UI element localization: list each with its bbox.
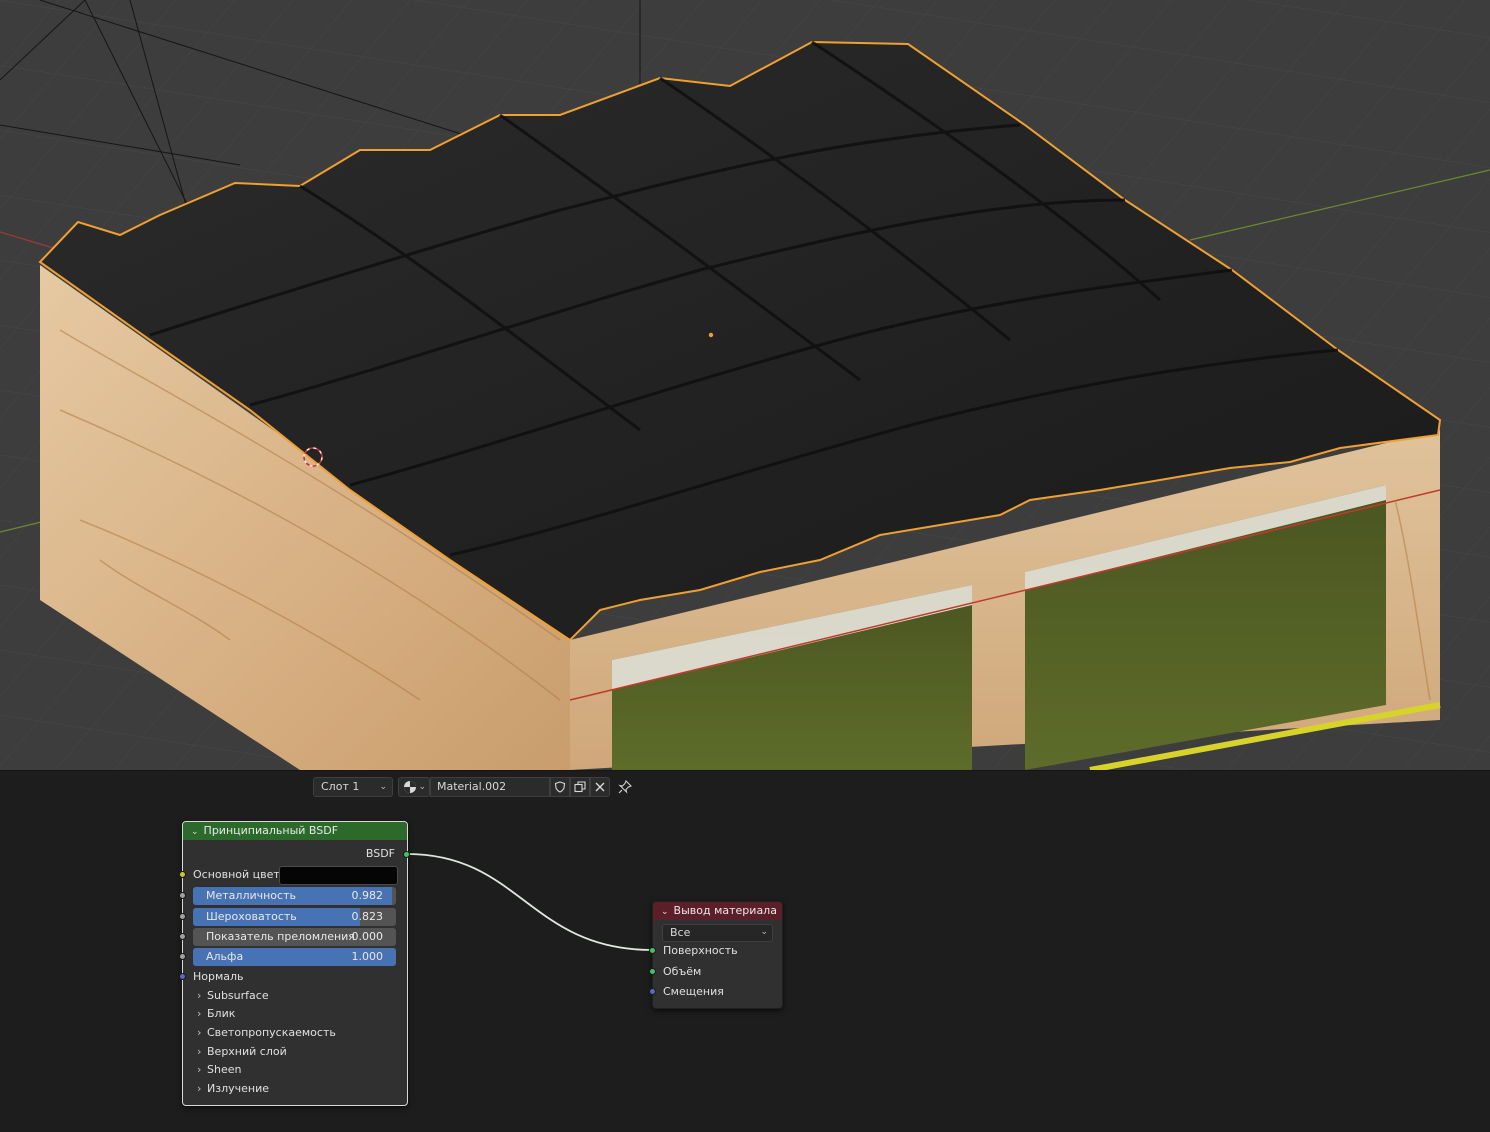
normal-label: Нормаль [193, 970, 244, 983]
alpha-socket[interactable] [179, 953, 186, 960]
surface-row: Поверхность [653, 941, 782, 961]
roughness-label: Шероховатость [206, 910, 297, 923]
duplicate-icon [574, 781, 586, 793]
material-name: Material.002 [437, 780, 507, 793]
displacement-label: Смещения [663, 985, 724, 998]
ior-value: 0.000 [351, 930, 384, 943]
target-label: Все [670, 926, 691, 939]
target-dropdown[interactable]: Все ⌄ [662, 924, 773, 942]
panel-subsurface[interactable]: › Subsurface [197, 987, 269, 1005]
viewport-scene [0, 0, 1490, 770]
chevron-down-icon: ⌄ [760, 927, 768, 937]
displacement-socket[interactable] [649, 988, 656, 995]
volume-label: Объём [663, 965, 702, 978]
chevron-right-icon: › [197, 1007, 202, 1020]
roughness-value: 0.823 [351, 910, 384, 923]
base-color-swatch[interactable] [279, 866, 398, 885]
fake-user-button[interactable] [550, 777, 570, 797]
object-origin-dot [708, 332, 714, 338]
bsdf-output-label: BSDF [365, 847, 395, 860]
slot-dropdown[interactable]: Слот 1 ⌄ [313, 777, 393, 797]
displacement-row: Смещения [653, 982, 782, 1002]
normal-socket[interactable] [179, 973, 186, 980]
close-icon [595, 782, 605, 792]
bsdf-node-header[interactable]: ⌄ Принципиальный BSDF [183, 822, 407, 840]
panel-label: Subsurface [207, 989, 269, 1002]
pin-icon[interactable] [618, 780, 632, 794]
3d-viewport[interactable] [0, 0, 1490, 770]
shader-node-editor[interactable]: Слот 1 ⌄ ⌄ Material.002 ⌄ Принципиальный… [0, 770, 1490, 1132]
chevron-right-icon: › [197, 1082, 202, 1095]
panel-label: Излучение [207, 1082, 269, 1095]
panel-specular[interactable]: › Блик [197, 1005, 235, 1023]
panel-label: Верхний слой [207, 1045, 287, 1058]
material-name-field[interactable]: Material.002 [430, 777, 550, 797]
panel-sheen[interactable]: › Sheen [197, 1061, 241, 1079]
collapse-chevron-icon[interactable]: ⌄ [191, 827, 199, 837]
chevron-down-icon: ⌄ [379, 782, 387, 792]
metallic-socket[interactable] [179, 892, 186, 899]
roughness-slider[interactable]: Шероховатость 0.823 [193, 908, 396, 926]
metallic-slider[interactable]: Металличность 0.982 [193, 887, 396, 905]
bsdf-to-surface-link[interactable] [406, 853, 653, 951]
fake-user-shield-icon [554, 781, 566, 793]
volume-socket[interactable] [649, 968, 656, 975]
material-browse-button[interactable]: ⌄ [398, 777, 430, 797]
chevron-right-icon: › [197, 989, 202, 1002]
output-node-header[interactable]: ⌄ Вывод материала [653, 902, 782, 920]
surface-socket[interactable] [649, 947, 656, 954]
panel-transmission[interactable]: › Светопропускаемость [197, 1024, 336, 1042]
slot-label: Слот 1 [321, 780, 360, 793]
panel-label: Светопропускаемость [207, 1026, 336, 1039]
chevron-down-icon: ⌄ [418, 782, 426, 792]
duplicate-material-button[interactable] [570, 777, 590, 797]
base-color-row: Основной цвет [183, 865, 407, 885]
material-output-node[interactable]: ⌄ Вывод материала Все ⌄ Поверхность Объём… [652, 901, 783, 1009]
normal-row: Нормаль [183, 967, 407, 987]
chevron-right-icon: › [197, 1063, 202, 1076]
collapse-chevron-icon[interactable]: ⌄ [661, 907, 669, 917]
material-sphere-icon [404, 781, 416, 793]
bsdf-output-row: BSDF [183, 844, 407, 864]
principled-bsdf-node[interactable]: ⌄ Принципиальный BSDF BSDF Основной цвет … [182, 821, 408, 1106]
metallic-value: 0.982 [351, 889, 384, 902]
ior-slider[interactable]: Показатель преломления 0.000 [193, 928, 396, 946]
alpha-value: 1.000 [351, 950, 384, 963]
bsdf-node-title: Принципиальный BSDF [203, 824, 339, 837]
output-node-title: Вывод материала [673, 904, 777, 917]
ior-socket[interactable] [179, 933, 186, 940]
panel-label: Sheen [207, 1063, 242, 1076]
panel-emission[interactable]: › Излучение [197, 1080, 269, 1098]
base-color-label: Основной цвет [193, 868, 280, 881]
chevron-right-icon: › [197, 1026, 202, 1039]
surface-label: Поверхность [663, 944, 738, 957]
metallic-label: Металличность [206, 889, 296, 902]
bsdf-output-socket[interactable] [403, 851, 410, 858]
base-color-socket[interactable] [179, 871, 186, 878]
alpha-slider[interactable]: Альфа 1.000 [193, 948, 396, 966]
alpha-label: Альфа [206, 950, 244, 963]
panel-coat[interactable]: › Верхний слой [197, 1043, 287, 1061]
unlink-material-button[interactable] [590, 777, 610, 797]
roughness-socket[interactable] [179, 913, 186, 920]
ior-label: Показатель преломления [206, 930, 355, 943]
chevron-right-icon: › [197, 1045, 202, 1058]
volume-row: Объём [653, 962, 782, 982]
panel-label: Блик [207, 1007, 236, 1020]
